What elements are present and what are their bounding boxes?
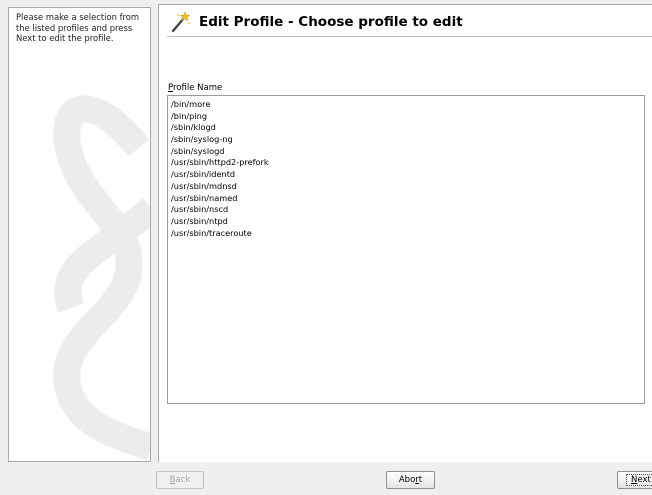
magic-wand-icon	[171, 11, 191, 33]
next-button-focus: Next	[626, 474, 652, 486]
page-title: Edit Profile - Choose profile to edit	[199, 14, 463, 30]
list-item[interactable]: /bin/ping	[171, 111, 644, 123]
profile-name-label-rest: rofile Name	[172, 83, 223, 93]
list-item[interactable]: /usr/sbin/named	[171, 193, 644, 205]
list-item[interactable]: /usr/sbin/httpd2-prefork	[171, 157, 644, 169]
help-panel: Please make a selection from the listed …	[8, 7, 151, 462]
abort-button-label-start: Abo	[398, 475, 416, 485]
title-row: Edit Profile - Choose profile to edit	[169, 9, 463, 35]
back-button[interactable]: Back	[156, 471, 204, 489]
list-item[interactable]: /usr/sbin/mdnsd	[171, 181, 644, 193]
list-item[interactable]: /sbin/klogd	[171, 122, 644, 134]
list-item[interactable]: /usr/sbin/nscd	[171, 204, 644, 216]
list-item[interactable]: /usr/sbin/traceroute	[171, 228, 644, 240]
list-item[interactable]: /sbin/syslogd	[171, 146, 644, 158]
help-text: Please make a selection from the listed …	[16, 12, 140, 43]
list-item[interactable]: /usr/sbin/ntpd	[171, 216, 644, 228]
abort-button-label-end: t	[418, 475, 423, 485]
title-divider	[167, 36, 652, 37]
list-item[interactable]: /bin/more	[171, 99, 644, 111]
content-panel: Edit Profile - Choose profile to edit Pr…	[158, 4, 652, 462]
list-item[interactable]: /usr/sbin/identd	[171, 169, 644, 181]
list-item[interactable]: /sbin/syslog-ng	[171, 134, 644, 146]
next-button[interactable]: Next	[617, 471, 652, 489]
profile-name-label: Profile Name	[168, 83, 222, 93]
profile-list[interactable]: /bin/more /bin/ping /sbin/klogd /sbin/sy…	[167, 95, 645, 404]
abort-button[interactable]: Abo r t	[386, 471, 435, 489]
back-button-label: ack	[175, 475, 191, 485]
suse-watermark-icon	[53, 95, 150, 461]
next-button-label: ext	[637, 475, 651, 485]
